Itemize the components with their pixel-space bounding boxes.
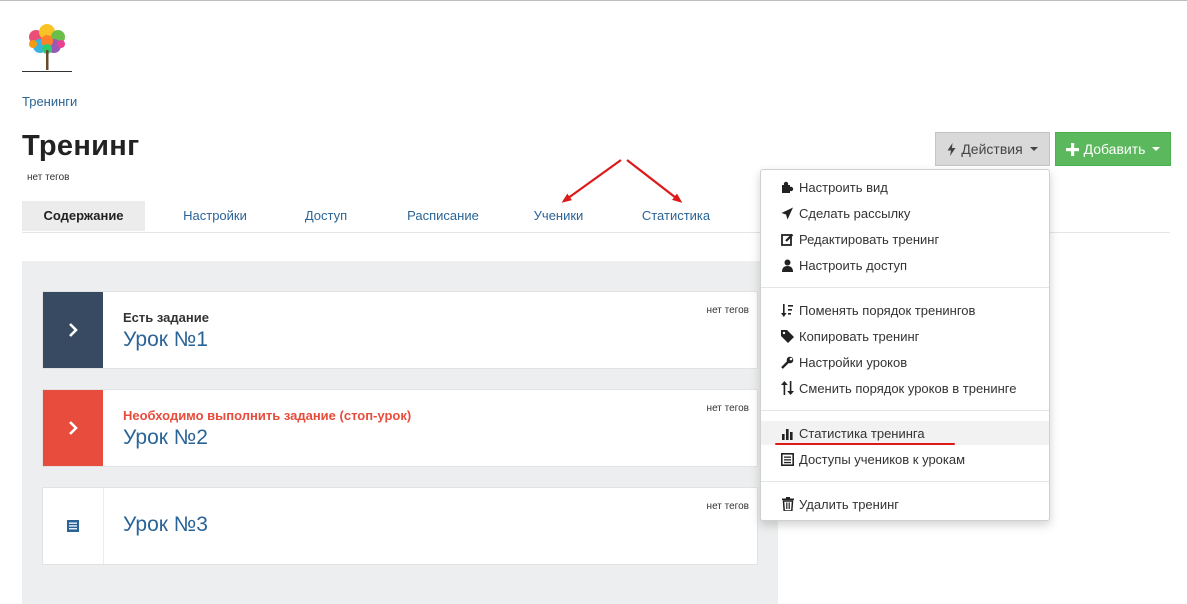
add-button-label: Добавить (1083, 141, 1146, 157)
annotation-arrow-students (561, 159, 622, 203)
bar-chart-icon (780, 426, 795, 440)
menu-item-label: Сделать рассылку (799, 205, 911, 221)
puzzle-icon (780, 180, 795, 194)
menu-item-label: Удалить тренинг (799, 496, 900, 512)
menu-divider (761, 410, 1049, 411)
bolt-icon (947, 142, 956, 156)
edit-icon (780, 232, 795, 246)
menu-item-reorder-trainings[interactable]: Поменять порядок тренингов (761, 298, 1049, 322)
user-icon (780, 258, 795, 272)
add-button[interactable]: Добавить (1055, 132, 1171, 166)
lesson-tags: нет тегов (706, 305, 749, 316)
actions-dropdown-menu: Настроить вид Сделать рассылку Редактиро… (760, 169, 1050, 521)
menu-item-send-mailing[interactable]: Сделать рассылку (761, 201, 1049, 225)
wrench-icon (780, 355, 795, 369)
tree-logo-icon[interactable] (22, 22, 72, 72)
tags-icon (780, 329, 795, 343)
trash-icon (780, 497, 795, 511)
menu-item-label: Доступы учеников к урокам (799, 451, 966, 467)
menu-item-label: Копировать тренинг (799, 328, 920, 344)
menu-item-label: Сменить порядок уроков в тренинге (799, 380, 1017, 396)
menu-item-reorder-lessons[interactable]: Сменить порядок уроков в тренинге (761, 376, 1049, 400)
lesson-card[interactable]: Урок №3 нет тегов (42, 487, 758, 565)
actions-button[interactable]: Действия (935, 132, 1050, 166)
lesson-status: Есть задание (123, 310, 209, 325)
sort-arrows-icon (780, 381, 795, 395)
menu-item-training-statistics[interactable]: Статистика тренинга (761, 421, 1049, 445)
top-border (0, 0, 1187, 1)
lesson-title[interactable]: Урок №1 (123, 328, 208, 352)
tab-content[interactable]: Содержание (22, 201, 145, 231)
menu-item-delete-training[interactable]: Удалить тренинг (761, 492, 1049, 516)
menu-item-configure-view[interactable]: Настроить вид (761, 175, 1049, 199)
menu-item-label: Настроить вид (799, 179, 888, 195)
lesson-title[interactable]: Урок №2 (123, 426, 208, 450)
send-icon (780, 206, 795, 220)
menu-item-edit-training[interactable]: Редактировать тренинг (761, 227, 1049, 251)
menu-item-label: Настройки уроков (799, 354, 908, 370)
lesson-title[interactable]: Урок №3 (123, 513, 208, 537)
menu-item-student-lesson-access[interactable]: Доступы учеников к урокам (761, 447, 1049, 471)
lesson-card[interactable]: Есть задание Урок №1 нет тегов (42, 291, 758, 369)
lesson-accent (43, 390, 103, 466)
lesson-accent (43, 488, 104, 564)
lesson-accent (43, 292, 103, 368)
list-alt-icon (780, 452, 795, 466)
tab-settings[interactable]: Настройки (165, 201, 265, 231)
menu-item-label: Поменять порядок тренингов (799, 302, 976, 318)
lesson-tags: нет тегов (706, 501, 749, 512)
chevron-right-icon (69, 421, 78, 435)
chevron-right-icon (69, 323, 78, 337)
menu-item-configure-access[interactable]: Настроить доступ (761, 253, 1049, 277)
menu-item-lesson-settings[interactable]: Настройки уроков (761, 350, 1049, 374)
annotation-underline (775, 443, 955, 445)
menu-item-label: Статистика тренинга (799, 425, 925, 441)
menu-item-copy-training[interactable]: Копировать тренинг (761, 324, 1049, 348)
page-title: Тренинг (22, 130, 140, 162)
caret-down-icon (1029, 147, 1038, 151)
tab-schedule[interactable]: Расписание (388, 201, 498, 231)
annotation-arrow-statistics (626, 159, 683, 203)
sort-icon (780, 303, 795, 317)
tab-students[interactable]: Ученики (516, 201, 601, 231)
lesson-tags: нет тегов (706, 403, 749, 414)
tab-statistics[interactable]: Статистика (628, 201, 724, 231)
menu-divider (761, 287, 1049, 288)
breadcrumb-trainings[interactable]: Тренинги (22, 94, 77, 109)
logo-underline (22, 71, 72, 72)
lesson-status: Необходимо выполнить задание (стоп-урок) (123, 408, 412, 423)
list-icon (67, 520, 79, 532)
tab-access[interactable]: Доступ (286, 201, 366, 231)
plus-icon (1065, 142, 1079, 156)
menu-divider (761, 481, 1049, 482)
tags-label: нет тегов (27, 172, 70, 183)
menu-item-label: Редактировать тренинг (799, 231, 940, 247)
actions-button-label: Действия (961, 141, 1023, 157)
lesson-card[interactable]: Необходимо выполнить задание (стоп-урок)… (42, 389, 758, 467)
menu-item-label: Настроить доступ (799, 257, 908, 273)
caret-down-icon (1152, 147, 1161, 151)
